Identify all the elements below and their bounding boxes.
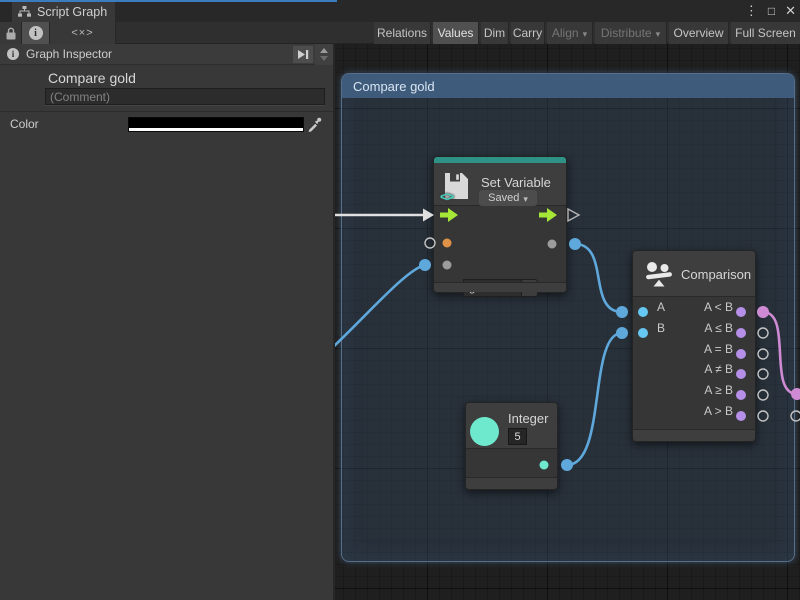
node-footer [466,477,557,489]
comparison-row: B A ≤ B [633,318,755,339]
node-title: Comparison [681,267,751,282]
toolbar-button-relations[interactable]: Relations [374,22,431,44]
divider [0,111,333,112]
integer-type-icon [470,417,499,446]
node-title: Integer [508,411,548,426]
script-graph-window: Script Graph ⋮ □ ✕ i <×> [0,0,800,600]
comparison-scale-icon [645,260,675,288]
tab-title: Script Graph [37,5,107,19]
toolbar-button-fullscreen[interactable]: Full Screen [731,22,800,44]
output-label: A > B [704,404,733,418]
toolbar-button-carry[interactable]: Carry [511,22,545,44]
variable-scope-dropdown[interactable]: Saved ▾ [479,190,537,206]
close-icon[interactable]: ✕ [785,3,796,19]
lock-icon [5,27,17,40]
node-title: Set Variable [481,175,551,190]
node-comparison[interactable]: Comparison A A < B B A ≤ B A = B A ≠ B A… [632,250,756,442]
graph-inspector-panel: i Graph Inspector Compare gold (Comment)… [0,44,335,600]
node-header: Comparison [633,251,755,297]
output-label: A ≠ B [704,362,733,376]
dock-icon [297,49,309,60]
inspector-header: i Graph Inspector [0,44,333,65]
comparison-row: A A < B [633,297,755,318]
tab-script-graph[interactable]: Script Graph [12,2,115,22]
comparison-row: A ≠ B [633,359,755,380]
chevron-down-icon: ▾ [656,29,661,40]
variable-code-glyph: <> [440,189,453,204]
comment-input[interactable]: (Comment) [45,88,325,105]
comparison-row: A = B [633,339,755,360]
code-icon: <×> [71,27,93,39]
dock-panel-button[interactable] [293,46,313,63]
window-menu-icon[interactable]: ⋮ [745,3,758,19]
output-label: A ≥ B [704,383,733,397]
toolbar-button-align[interactable]: Align▾ [547,22,593,44]
toolbar-button-distribute[interactable]: Distribute▾ [595,22,667,44]
preview-code-button[interactable]: <×> [50,22,116,44]
step-down-icon[interactable] [320,56,328,61]
node-footer [633,429,755,441]
color-swatch[interactable] [128,117,304,132]
window-controls: ⋮ □ ✕ [745,0,796,22]
info-icon: i [7,48,19,60]
step-up-icon[interactable] [320,48,328,53]
node-set-variable[interactable]: <> Set Variable Saved ▾ gold ▾ [433,156,567,293]
toolbar-button-overview[interactable]: Overview [669,22,729,44]
eyedropper-icon [307,117,322,132]
node-integer[interactable]: Integer 5 [465,402,558,490]
alpha-bar [129,128,303,131]
lock-button[interactable] [0,22,22,44]
node-header: Integer 5 [466,403,557,449]
panel-stepper [315,44,333,65]
inspector-header-title: Graph Inspector [26,47,112,61]
inspector-toggle-button[interactable]: i [22,22,50,44]
comparison-row: A > B [633,401,755,422]
input-b-label: B [657,321,665,335]
group-header[interactable]: Compare gold [342,74,794,98]
node-header: <> Set Variable Saved ▾ [434,163,566,206]
graph-title: Compare gold [48,70,136,86]
group-title: Compare gold [353,79,435,94]
output-label: A < B [704,300,733,314]
graph-canvas[interactable]: Compare gold <> Set Variable Saved ▾ [335,44,800,600]
output-label: A ≤ B [704,321,733,335]
eyedropper-button[interactable] [306,116,323,133]
node-footer [434,282,566,292]
toolbar-button-dim[interactable]: Dim [481,22,509,44]
input-a-label: A [657,300,665,314]
color-label: Color [10,117,39,131]
chevron-down-icon: ▾ [523,194,528,205]
chevron-down-icon: ▾ [583,29,588,40]
tab-bar: Script Graph ⋮ □ ✕ [0,0,800,22]
info-icon: i [29,26,43,40]
output-label: A = B [704,342,733,356]
comparison-row: A ≥ B [633,380,755,401]
script-graph-icon [18,6,31,18]
maximize-icon[interactable]: □ [768,4,775,18]
integer-value-field[interactable]: 5 [508,428,527,445]
toolbar-button-values[interactable]: Values [433,22,479,44]
graph-toolbar: i <×> enemy Zoom 1x Relations Values Dim… [0,22,800,44]
